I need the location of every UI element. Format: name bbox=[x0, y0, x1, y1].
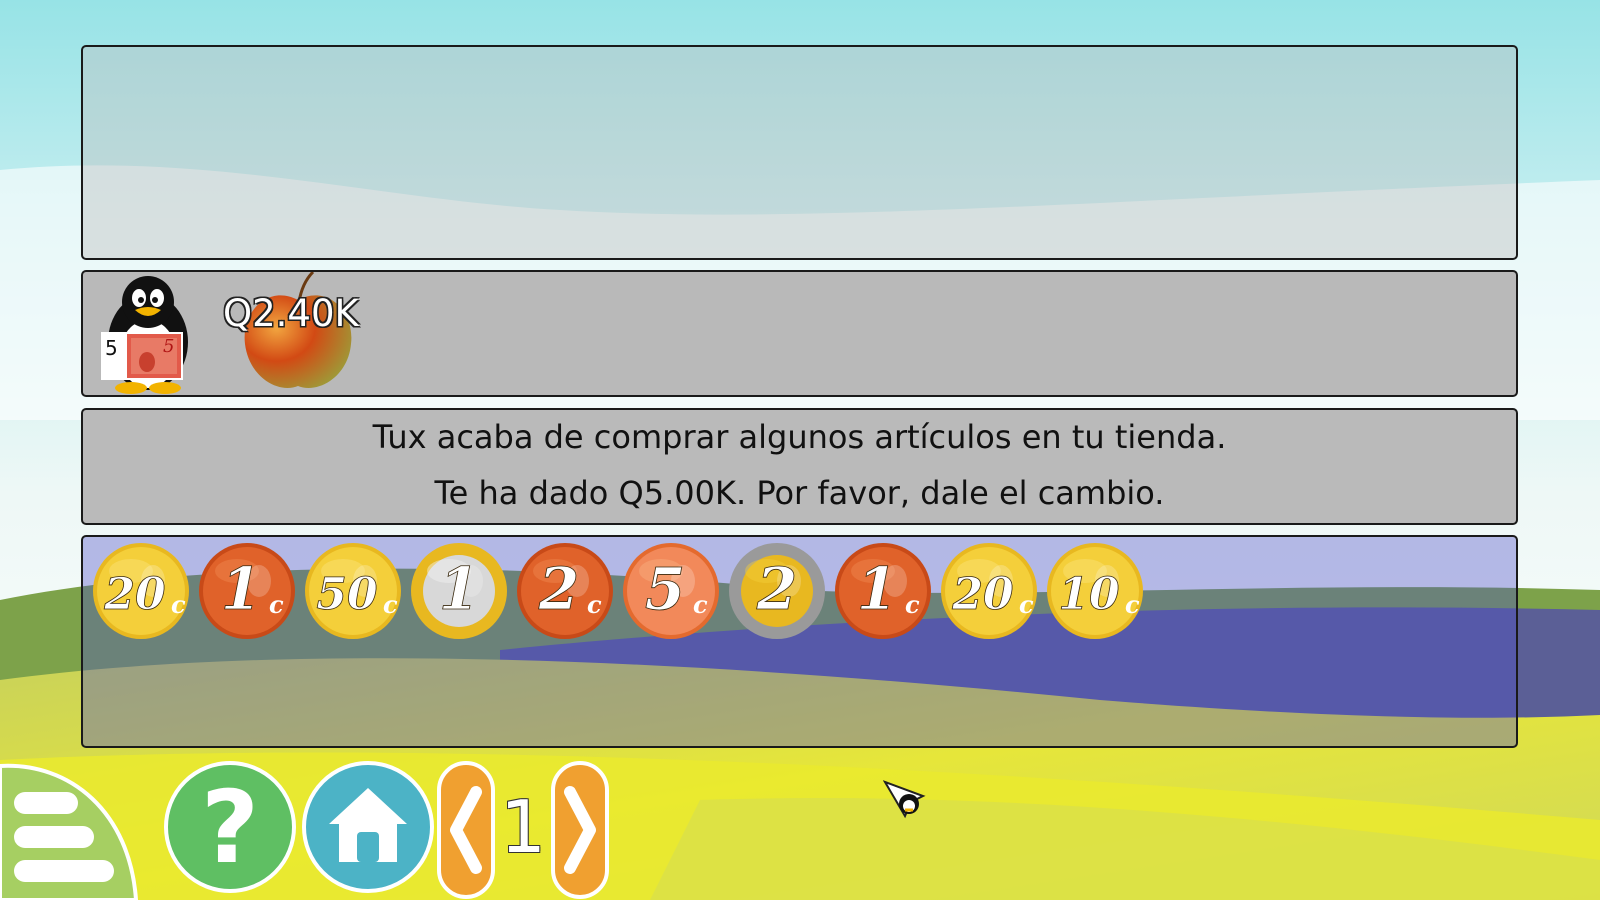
coin-value: 20 bbox=[103, 569, 166, 620]
coin-1c[interactable]: 1c bbox=[197, 541, 297, 641]
coin-value: 1 bbox=[221, 555, 261, 623]
coin-icon: 1 bbox=[411, 543, 507, 639]
coin-icon: 10 c bbox=[1047, 543, 1143, 639]
coin-unit: c bbox=[383, 590, 398, 619]
tux-cursor-icon bbox=[883, 780, 926, 819]
coin-icon: 20 c bbox=[93, 543, 189, 639]
menu-button[interactable] bbox=[0, 762, 140, 900]
coin-1c[interactable]: 1c bbox=[833, 541, 933, 641]
svg-text:5: 5 bbox=[163, 336, 174, 357]
coin-5c[interactable]: 5c bbox=[621, 541, 721, 641]
coin-20c[interactable]: 20 c bbox=[91, 541, 191, 641]
coin-2c[interactable]: 2c bbox=[515, 541, 615, 641]
coin-value: 20 bbox=[951, 569, 1014, 620]
coin-value: 1 bbox=[439, 555, 479, 623]
next-level-button[interactable] bbox=[550, 760, 610, 900]
coin-2[interactable]: 2 bbox=[727, 541, 827, 641]
coin-unit: c bbox=[1125, 590, 1140, 619]
coin-icon: 20 c bbox=[941, 543, 1037, 639]
coin-10c[interactable]: 10 c bbox=[1045, 541, 1145, 641]
coin-icon: 2 bbox=[729, 543, 825, 639]
coin-value: 5 bbox=[645, 555, 685, 623]
coin-unit: c bbox=[1019, 590, 1034, 619]
coin-icon: 50 c bbox=[305, 543, 401, 639]
item-price-label: Q2.40K bbox=[223, 292, 359, 335]
instruction-line-2: Te ha dado Q5.00K. Por favor, dale el ca… bbox=[434, 474, 1165, 512]
coin-value: 1 bbox=[857, 555, 897, 623]
change-drop-area[interactable] bbox=[81, 45, 1518, 260]
coin-icon: 1c bbox=[835, 543, 931, 639]
coin-20c[interactable]: 20 c bbox=[939, 541, 1039, 641]
coin-icon: 1c bbox=[199, 543, 295, 639]
home-button[interactable] bbox=[301, 760, 436, 895]
coin-value: 10 bbox=[1058, 569, 1120, 620]
coin-unit: c bbox=[171, 590, 186, 619]
coin-unit: c bbox=[269, 590, 284, 619]
coin-unit: c bbox=[693, 590, 708, 619]
previous-level-button[interactable] bbox=[436, 760, 496, 900]
instructions-panel: Tux acaba de comprar algunos artículos e… bbox=[81, 408, 1518, 525]
help-button[interactable]: ? bbox=[163, 760, 298, 895]
coin-icon: 2c bbox=[517, 543, 613, 639]
coin-1[interactable]: 1 bbox=[409, 541, 509, 641]
banknote-value: 5 bbox=[105, 336, 118, 360]
coin-value: 50 bbox=[316, 569, 378, 620]
coin-unit: c bbox=[587, 590, 602, 619]
svg-text:?: ? bbox=[201, 769, 259, 886]
banknote-icon: 5 5 bbox=[101, 332, 183, 380]
instruction-line-1: Tux acaba de comprar algunos artículos e… bbox=[372, 418, 1227, 456]
level-number: 1 bbox=[500, 785, 546, 869]
purchase-area: 5 5 Q2.40K bbox=[81, 270, 1518, 397]
coin-icon: 5c bbox=[623, 543, 719, 639]
coin-value: 2 bbox=[538, 555, 579, 623]
coin-value: 2 bbox=[756, 555, 797, 623]
coin-50c[interactable]: 50 c bbox=[303, 541, 403, 641]
coin-unit: c bbox=[905, 590, 920, 619]
money-wallet: 20 c 1 c 50 c 1 2 c 5 c 2 1 c 20 c 10 c bbox=[81, 535, 1518, 748]
